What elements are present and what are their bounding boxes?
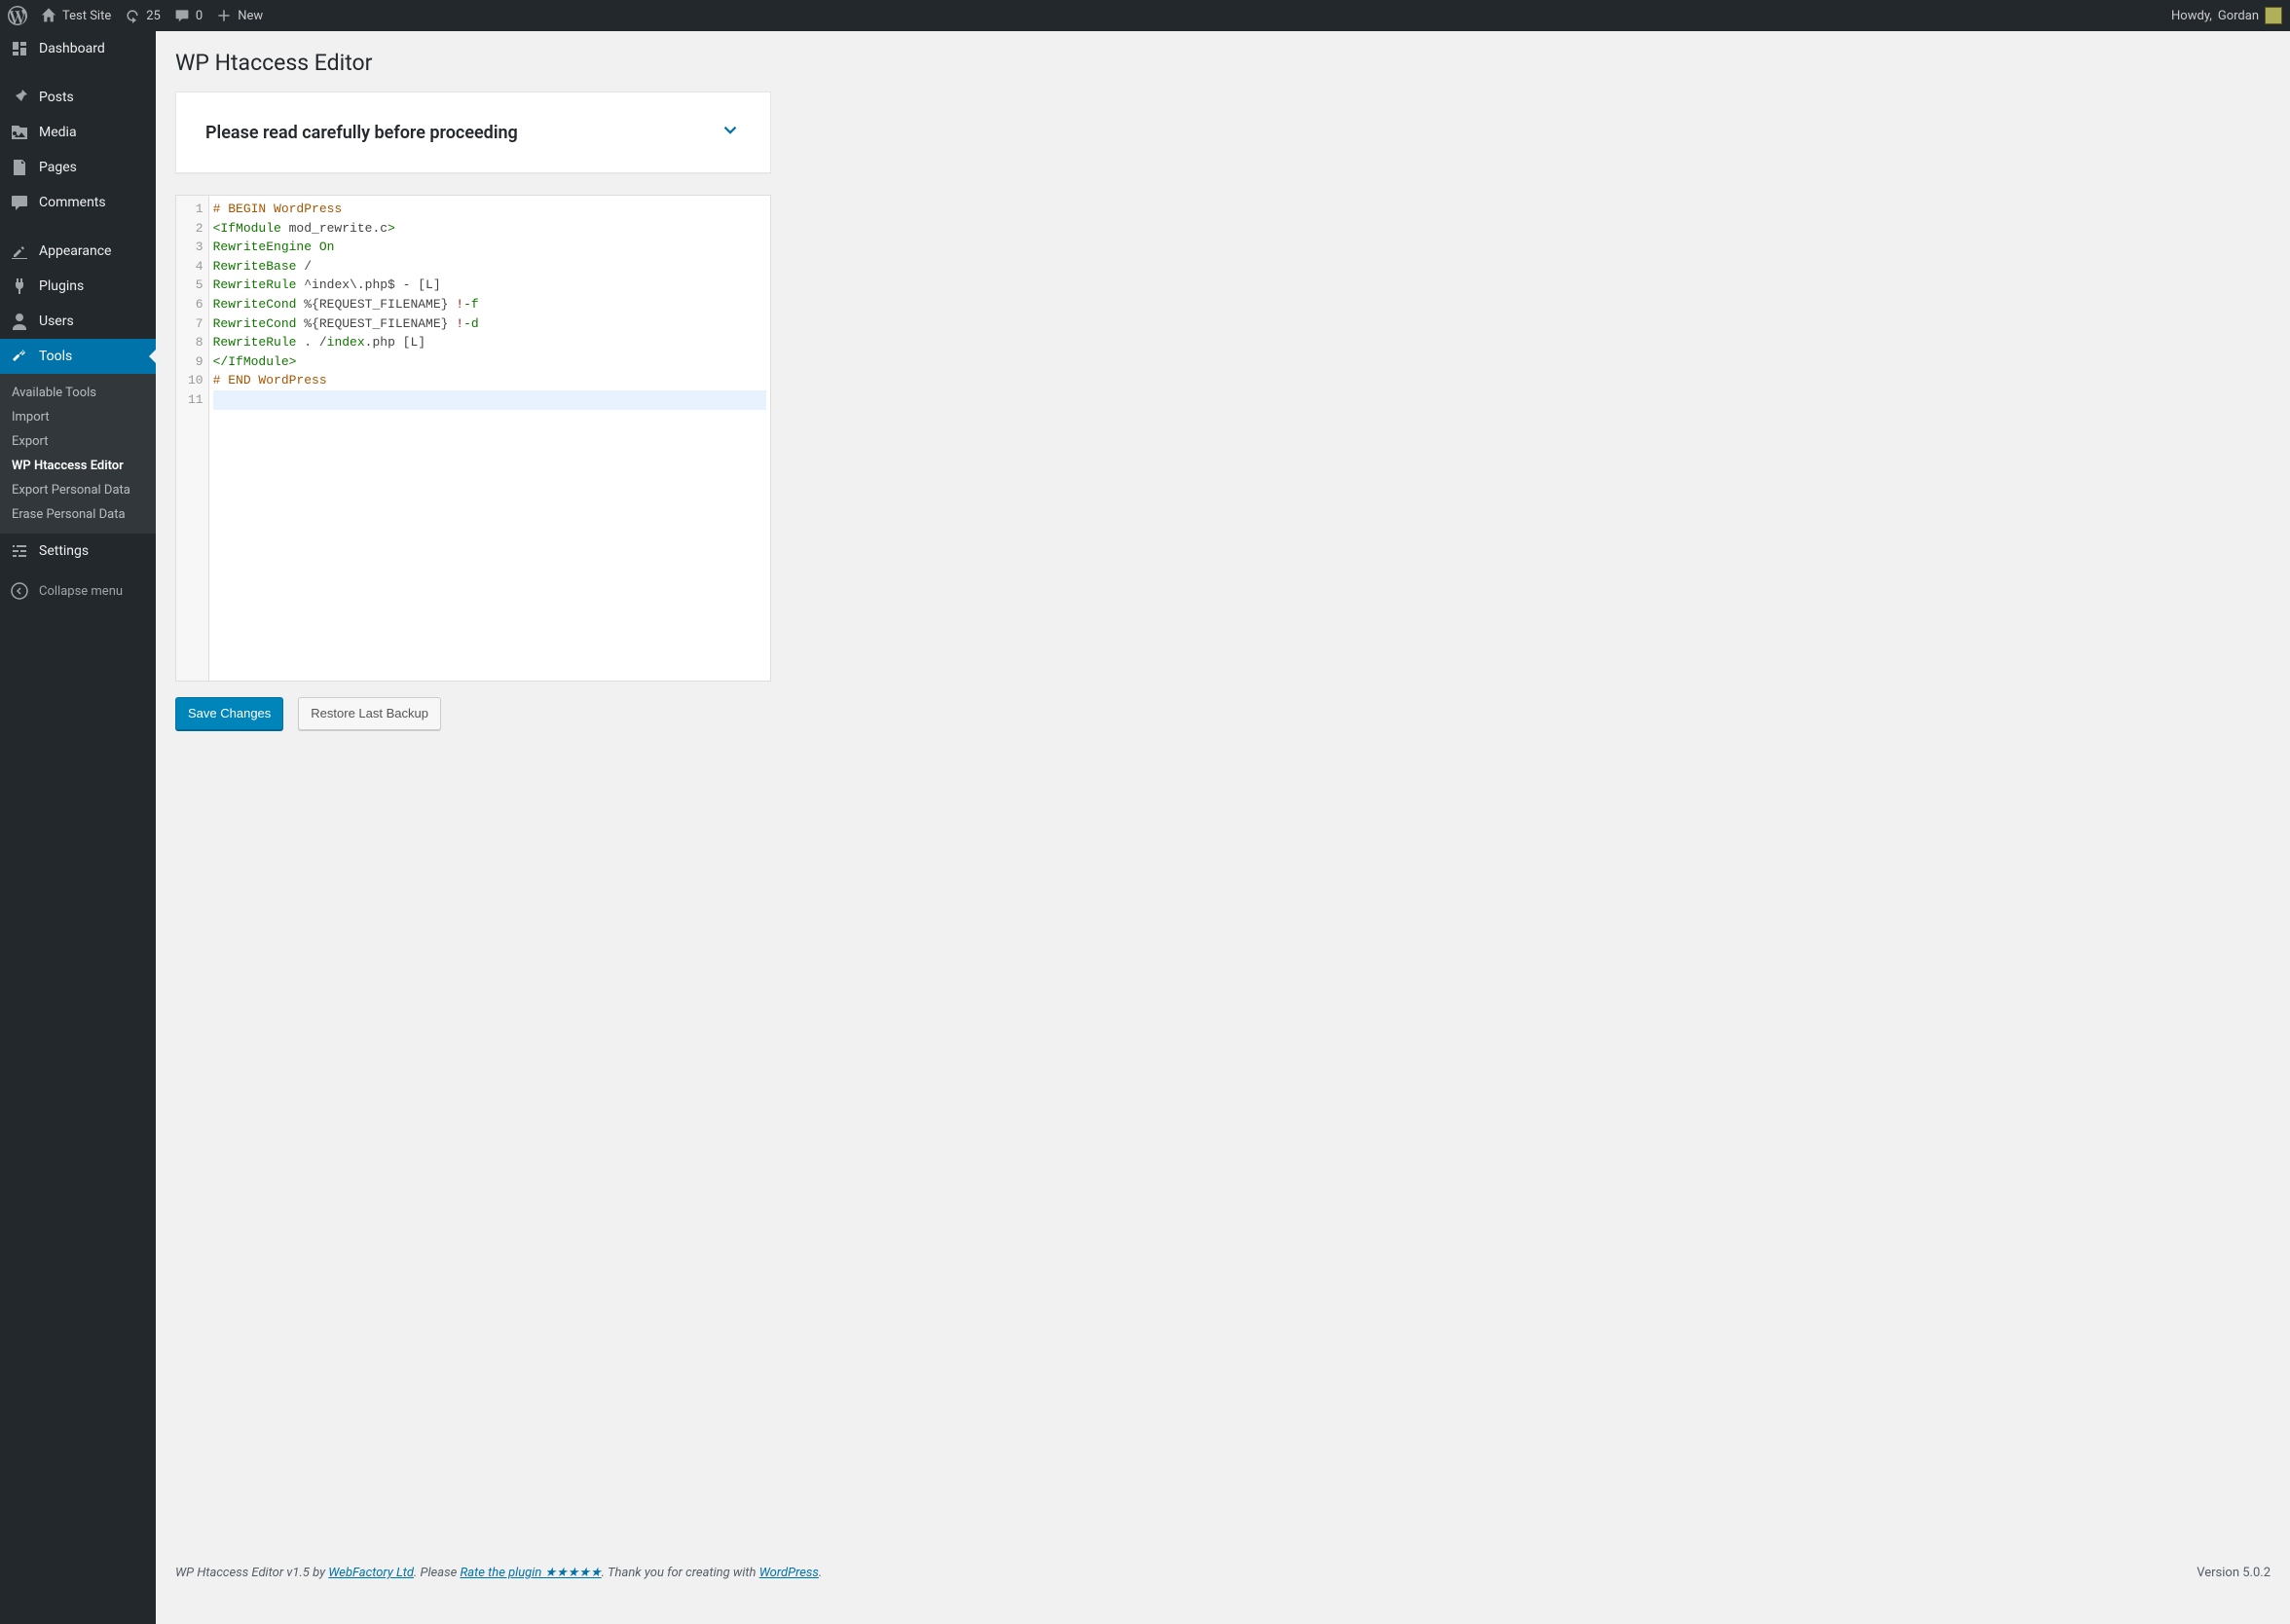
avatar — [2265, 7, 2282, 24]
sidebar-item-settings[interactable]: Settings — [0, 534, 156, 569]
sidebar-subitem-import[interactable]: Import — [0, 405, 156, 429]
new-label: New — [238, 9, 263, 23]
line-number: 11 — [188, 390, 203, 410]
code-line[interactable]: </IfModule> — [213, 352, 766, 372]
dashboard-icon — [10, 39, 29, 58]
line-number: 8 — [188, 333, 203, 352]
sidebar-item-label: Settings — [39, 543, 89, 559]
sidebar-item-dashboard[interactable]: Dashboard — [0, 31, 156, 66]
line-number: 9 — [188, 352, 203, 372]
collapse-menu-button[interactable]: Collapse menu — [0, 573, 156, 609]
tools-icon — [10, 347, 29, 366]
home-icon — [41, 8, 56, 23]
line-number: 5 — [188, 276, 203, 295]
footer-version: Version 5.0.2 — [2197, 1566, 2271, 1580]
sidebar-item-plugins[interactable]: Plugins — [0, 269, 156, 304]
updates-count: 25 — [146, 9, 161, 23]
line-number: 1 — [188, 200, 203, 219]
sidebar-item-label: Tools — [39, 349, 72, 364]
code-line[interactable]: RewriteCond %{REQUEST_FILENAME} !-d — [213, 314, 766, 334]
sidebar-subitem-htaccess-editor[interactable]: WP Htaccess Editor — [0, 454, 156, 478]
sidebar-item-label: Posts — [39, 90, 74, 105]
footer-author-link[interactable]: WebFactory Ltd — [328, 1566, 414, 1580]
settings-icon — [10, 541, 29, 561]
editor-gutter: 1234567891011 — [176, 196, 209, 681]
code-line[interactable]: RewriteRule . /index.php [L] — [213, 333, 766, 352]
wp-logo[interactable] — [8, 6, 27, 25]
sidebar-item-label: Plugins — [39, 278, 84, 294]
comments-icon — [10, 193, 29, 212]
code-line[interactable]: RewriteCond %{REQUEST_FILENAME} !-f — [213, 295, 766, 314]
sidebar-item-label: Comments — [39, 195, 106, 210]
line-number: 6 — [188, 295, 203, 314]
user-menu[interactable]: Howdy, Gordan — [2171, 7, 2282, 24]
updates-icon — [125, 8, 140, 23]
code-line[interactable]: # BEGIN WordPress — [213, 200, 766, 219]
comments-icon — [174, 8, 190, 23]
admin-bar: Test Site 25 0 New Howdy, Gordan — [0, 0, 2290, 31]
media-icon — [10, 123, 29, 142]
code-line[interactable]: <IfModule mod_rewrite.c> — [213, 219, 766, 239]
htaccess-editor[interactable]: 1234567891011 # BEGIN WordPress<IfModule… — [175, 195, 771, 682]
sidebar-item-comments[interactable]: Comments — [0, 185, 156, 220]
sidebar-subitem-available-tools[interactable]: Available Tools — [0, 381, 156, 405]
line-number: 2 — [188, 219, 203, 239]
footer-text: WP Htaccess Editor v1.5 by WebFactory Lt… — [175, 1566, 822, 1580]
users-icon — [10, 312, 29, 331]
comments-count: 0 — [196, 9, 203, 23]
sidebar-item-label: Dashboard — [39, 41, 105, 56]
chevron-down-icon — [720, 120, 741, 145]
code-line[interactable] — [213, 390, 766, 410]
sidebar-item-label: Pages — [39, 160, 77, 175]
footer-wp-link[interactable]: WordPress — [759, 1566, 819, 1580]
sidebar-submenu-tools: Available ToolsImportExportWP Htaccess E… — [0, 374, 156, 534]
sidebar-item-label: Users — [39, 314, 74, 329]
sidebar-item-label: Appearance — [39, 243, 111, 259]
code-line[interactable]: # END WordPress — [213, 371, 766, 390]
sidebar-item-pages[interactable]: Pages — [0, 150, 156, 185]
footer-rate-link[interactable]: Rate the plugin ★★★★★ — [460, 1566, 601, 1580]
line-number: 7 — [188, 314, 203, 334]
pin-icon — [10, 88, 29, 107]
editor-code[interactable]: # BEGIN WordPress<IfModule mod_rewrite.c… — [209, 196, 770, 681]
plus-icon — [216, 8, 232, 23]
footer: WP Htaccess Editor v1.5 by WebFactory Lt… — [175, 1546, 2271, 1585]
line-number: 10 — [188, 371, 203, 390]
pages-icon — [10, 158, 29, 177]
notice-panel-toggle[interactable]: Please read carefully before proceeding — [176, 92, 770, 172]
updates-link[interactable]: 25 — [125, 8, 161, 23]
sidebar-item-media[interactable]: Media — [0, 115, 156, 150]
site-link[interactable]: Test Site — [41, 8, 111, 23]
notice-panel: Please read carefully before proceeding — [175, 92, 771, 173]
sidebar-item-users[interactable]: Users — [0, 304, 156, 339]
appearance-icon — [10, 241, 29, 261]
code-line[interactable]: RewriteRule ^index\.php$ - [L] — [213, 276, 766, 295]
sidebar-subitem-export[interactable]: Export — [0, 429, 156, 454]
notice-heading: Please read carefully before proceeding — [205, 123, 518, 143]
admin-menu: Dashboard Posts Media Pages Comments Appearan… — [0, 31, 156, 1624]
restore-button[interactable]: Restore Last Backup — [298, 697, 441, 730]
line-number: 4 — [188, 257, 203, 277]
sidebar-item-tools[interactable]: Tools — [0, 339, 156, 374]
user-name: Gordan — [2218, 9, 2259, 23]
code-line[interactable]: RewriteBase / — [213, 257, 766, 277]
plugins-icon — [10, 277, 29, 296]
save-button[interactable]: Save Changes — [175, 697, 283, 730]
sidebar-item-posts[interactable]: Posts — [0, 80, 156, 115]
page-title: WP Htaccess Editor — [175, 41, 2271, 80]
sidebar-item-label: Media — [39, 125, 77, 140]
site-name: Test Site — [62, 9, 111, 23]
sidebar-item-appearance[interactable]: Appearance — [0, 234, 156, 269]
line-number: 3 — [188, 238, 203, 257]
new-link[interactable]: New — [216, 8, 263, 23]
collapse-icon — [10, 581, 29, 601]
sidebar-subitem-export-personal[interactable]: Export Personal Data — [0, 478, 156, 502]
content-area: WP Htaccess Editor Please read carefully… — [156, 31, 2290, 1624]
sidebar-subitem-erase-personal[interactable]: Erase Personal Data — [0, 502, 156, 527]
comments-link[interactable]: 0 — [174, 8, 203, 23]
code-line[interactable]: RewriteEngine On — [213, 238, 766, 257]
howdy-prefix: Howdy, — [2171, 9, 2212, 23]
